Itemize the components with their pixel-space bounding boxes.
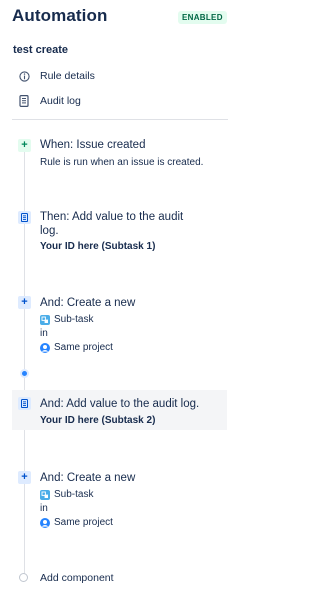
action-title: And: Add value to the audit log. — [40, 398, 200, 410]
document-icon — [18, 211, 31, 224]
status-badge: ENABLED — [178, 11, 227, 24]
document-icon — [18, 95, 30, 107]
info-icon — [18, 70, 30, 82]
nav-item-label: Rule details — [40, 70, 95, 82]
plus-icon: + — [18, 296, 31, 309]
project-row: Same project — [40, 341, 113, 354]
plus-icon: + — [18, 471, 31, 484]
trigger-component[interactable]: + When: Issue created Rule is run when a… — [12, 136, 227, 172]
document-icon — [18, 397, 31, 410]
issue-type-label: Sub-task — [54, 489, 94, 500]
project-label: Same project — [54, 342, 113, 353]
project-row: Same project — [40, 516, 113, 529]
rule-name: test create — [13, 44, 69, 56]
action-add-audit-log-2[interactable]: And: Add value to the audit log. Your ID… — [12, 390, 227, 430]
action-value: Your ID here (Subtask 2) — [40, 415, 156, 426]
subtask-icon — [40, 489, 50, 500]
plus-icon: + — [18, 139, 31, 152]
page-title: Automation — [12, 6, 108, 25]
action-title: And: Create a new — [40, 297, 136, 309]
add-component-label: Add component — [40, 572, 114, 584]
trigger-title: When: Issue created — [40, 139, 146, 151]
action-create-issue-2[interactable]: + And: Create a new Sub-task in Same pro… — [12, 469, 227, 531]
action-value: Your ID here (Subtask 1) — [40, 241, 156, 252]
nav-item-label: Audit log — [40, 95, 81, 107]
nav-item-audit-log[interactable]: Audit log — [18, 91, 228, 111]
add-circle-icon — [19, 573, 28, 582]
action-title: And: Create a new — [40, 472, 136, 484]
issue-type-row: Sub-task — [40, 488, 93, 501]
issue-type-label: Sub-task — [54, 314, 94, 325]
add-component-button[interactable]: Add component — [12, 570, 212, 586]
project-label: Same project — [54, 517, 113, 528]
page-header: Automation ENABLED — [12, 6, 282, 30]
issue-type-row: Sub-task — [40, 313, 93, 326]
connector-text: in — [40, 503, 48, 514]
action-title-line2: log. — [40, 225, 59, 237]
project-avatar-icon — [40, 517, 50, 528]
nav-item-rule-details[interactable]: Rule details — [18, 66, 228, 86]
branch-dot[interactable] — [20, 369, 29, 378]
subtask-icon — [40, 314, 50, 325]
action-add-audit-log-1[interactable]: Then: Add value to the audit log. Your I… — [12, 208, 227, 256]
action-title-line1: Then: Add value to the audit — [40, 211, 184, 223]
connector-text: in — [40, 328, 48, 339]
trigger-description: Rule is run when an issue is created. — [40, 157, 204, 168]
action-create-issue-1[interactable]: + And: Create a new Sub-task in Same pro… — [12, 294, 227, 356]
divider — [12, 119, 228, 120]
project-avatar-icon — [40, 342, 50, 353]
